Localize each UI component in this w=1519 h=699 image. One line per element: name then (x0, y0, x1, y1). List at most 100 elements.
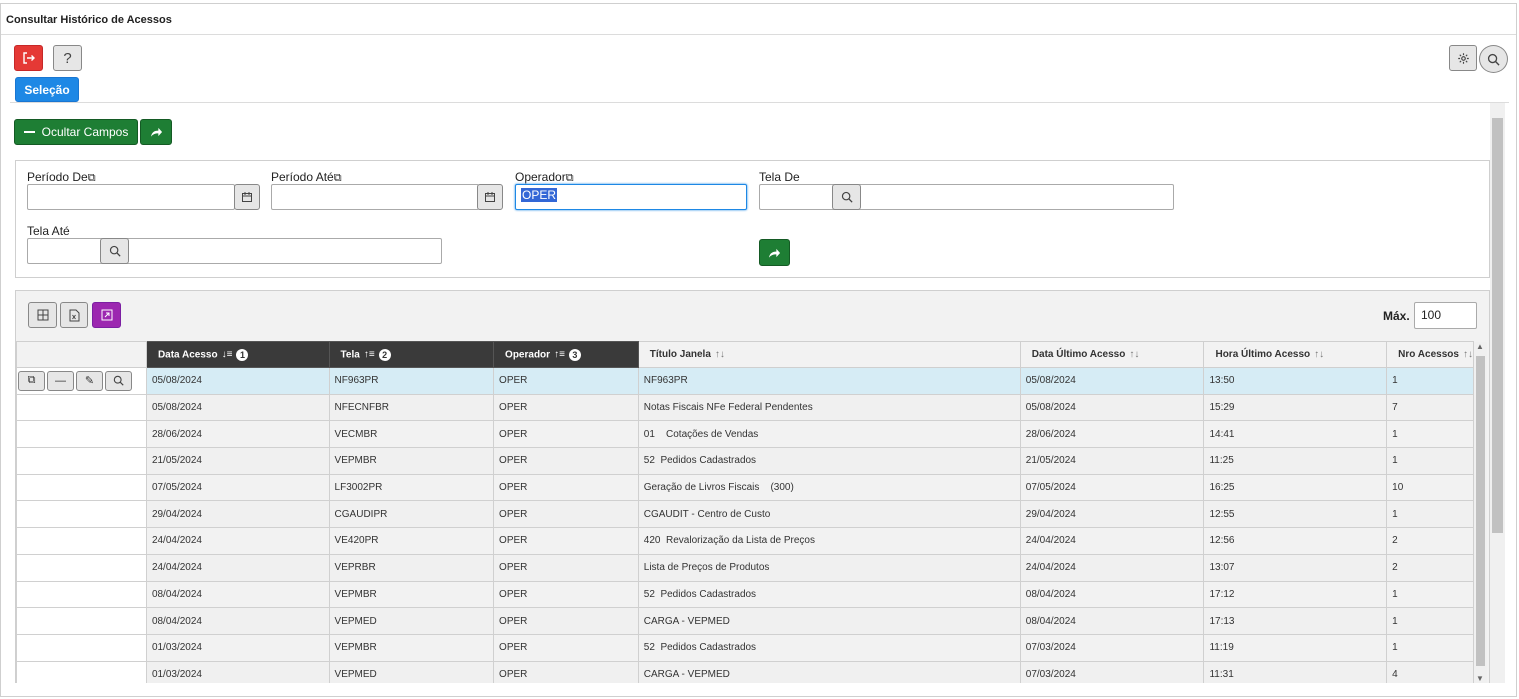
exit-button[interactable] (14, 45, 43, 71)
copy-icon[interactable]: ⧉ (566, 172, 574, 184)
table-row[interactable]: 07/05/2024 LF3002PR OPER Geração de Livros … (16, 473, 1474, 502)
cell-nro-acessos: 1 (1386, 607, 1474, 635)
cell-data-acesso: 05/08/2024 (145, 367, 330, 395)
row-actions-cell (16, 607, 147, 635)
cell-data-ultimo-acesso: 24/04/2024 (1019, 527, 1205, 555)
table-row[interactable]: 29/04/2024 CGAUDIPR OPER CGAUDIT - Centro d… (16, 500, 1474, 529)
tela-ate-input[interactable] (27, 238, 442, 264)
copy-icon[interactable]: ⧉ (88, 172, 96, 184)
copy-row-button[interactable]: ⧉ (18, 370, 45, 391)
cell-nro-acessos: 2 (1386, 553, 1474, 582)
edit-row-button[interactable]: ✎ (76, 370, 103, 391)
cell-operador: OPER (493, 580, 639, 609)
excel-export-button[interactable] (60, 302, 88, 328)
table-scrollbar-thumb[interactable] (1476, 356, 1485, 666)
max-input[interactable]: 100 (1414, 302, 1477, 329)
cell-operador: OPER (493, 393, 639, 422)
scrollbar-thumb[interactable] (1492, 118, 1503, 533)
scroll-up-icon[interactable]: ▲ (1476, 342, 1484, 351)
cell-data-acesso: 01/03/2024 (145, 660, 330, 683)
remove-row-button[interactable]: — (47, 370, 74, 391)
column-header-data-acesso[interactable]: Data Acesso ↓≡ 1 (145, 341, 330, 368)
sort-order-badge: 2 (378, 348, 391, 361)
cell-data-acesso: 24/04/2024 (145, 527, 330, 555)
table-row[interactable]: 01/03/2024 VEPMBR OPER 52 Pedidos Cadastrad… (16, 633, 1474, 662)
cell-data-ultimo-acesso: 05/08/2024 (1019, 393, 1205, 422)
periodo-ate-input[interactable] (271, 184, 479, 210)
cell-hora-ultimo-acesso: 11:31 (1203, 660, 1388, 683)
cell-tela: VEPRBR (328, 553, 495, 582)
search-button[interactable] (1479, 45, 1508, 73)
table-scrollbar[interactable]: ▲ ▼ (1474, 342, 1487, 683)
cell-titulo-janela: CARGA - VEPMED (637, 660, 1021, 683)
tela-de-input[interactable] (759, 184, 1174, 210)
sort-desc-icon: ↓≡ (221, 349, 233, 361)
cell-nro-acessos: 4 (1386, 660, 1474, 683)
column-header-hora-ultimo-acesso[interactable]: Hora Último Acesso ↑↓ (1203, 341, 1388, 368)
cell-data-acesso: 29/04/2024 (145, 500, 330, 529)
periodo-de-calendar-button[interactable] (234, 184, 260, 210)
hide-fields-button[interactable]: Ocultar Campos (14, 119, 138, 145)
grid-layout-button[interactable] (28, 302, 57, 328)
table-row[interactable]: 01/03/2024 VEPMED OPER CARGA - VEPMED 07/03/… (16, 660, 1474, 683)
tela-de-search-button[interactable] (832, 184, 861, 210)
sort-icon: ↑↓ (1314, 349, 1325, 360)
sort-icon: ↑↓ (1129, 349, 1140, 360)
column-header-data-ultimo-acesso[interactable]: Data Último Acesso ↑↓ (1019, 341, 1205, 368)
table-row[interactable]: 28/06/2024 VECMBR OPER 01 Cotações de Venda… (16, 420, 1474, 449)
cell-nro-acessos: 1 (1386, 367, 1474, 395)
cell-operador: OPER (493, 527, 639, 555)
cell-nro-acessos: 1 (1386, 447, 1474, 475)
cell-data-acesso: 07/05/2024 (145, 473, 330, 502)
column-header-tela[interactable]: Tela ↑≡ 2 (328, 341, 495, 368)
table-row[interactable]: 08/04/2024 VEPMED OPER CARGA - VEPMED 08/04/… (16, 607, 1474, 635)
cell-hora-ultimo-acesso: 12:55 (1203, 500, 1388, 529)
table-header: Data Acesso ↓≡ 1 Tela ↑≡ 2 Operador ↑≡ 3 Títul… (16, 341, 1474, 368)
periodo-ate-label: Período Até⧉ (271, 170, 342, 184)
view-row-button[interactable] (105, 370, 132, 391)
periodo-de-input[interactable] (27, 184, 235, 210)
cell-operador: OPER (493, 473, 639, 502)
table-row[interactable]: 24/04/2024 VE420PR OPER 420 Revalorização d… (16, 527, 1474, 555)
table-row[interactable]: ⧉ — ✎ 05/08/2024 NF963PR OPER NF963PR 05/08/202… (16, 367, 1474, 395)
row-actions-cell (16, 660, 147, 683)
cell-tela: VEPMBR (328, 580, 495, 609)
operador-input[interactable]: OPER (515, 184, 747, 210)
apply-filter-button[interactable] (759, 239, 790, 266)
cell-operador: OPER (493, 420, 639, 449)
cell-operador: OPER (493, 500, 639, 529)
sort-order-badge: 3 (568, 348, 581, 361)
table-row[interactable]: 05/08/2024 NFECNFBR OPER Notas Fiscais NFe … (16, 393, 1474, 422)
cell-tela: LF3002PR (328, 473, 495, 502)
excel-icon (69, 309, 79, 321)
copy-icon[interactable]: ⧉ (334, 172, 342, 184)
cell-titulo-janela: 52 Pedidos Cadastrados (637, 447, 1021, 475)
periodo-de-label: Período De⧉ (27, 170, 96, 184)
column-header-operador[interactable]: Operador ↑≡ 3 (493, 341, 639, 368)
settings-button[interactable] (1449, 45, 1477, 71)
cell-hora-ultimo-acesso: 13:07 (1203, 553, 1388, 582)
column-header-titulo-janela[interactable]: Título Janela ↑↓ (637, 341, 1021, 368)
table-row[interactable]: 24/04/2024 VEPRBR OPER Lista de Preços de P… (16, 553, 1474, 582)
cell-nro-acessos: 1 (1386, 420, 1474, 449)
help-button[interactable]: ? (53, 45, 82, 71)
search-icon (1487, 53, 1500, 66)
cell-data-acesso: 05/08/2024 (145, 393, 330, 422)
vertical-scrollbar[interactable] (1490, 103, 1505, 683)
column-header-nro-acessos[interactable]: Nro Acessos ↑↓ (1386, 341, 1474, 368)
cell-tela: VECMBR (328, 420, 495, 449)
periodo-ate-calendar-button[interactable] (477, 184, 503, 210)
selection-tab[interactable]: Seleção (15, 77, 79, 102)
table-row[interactable]: 21/05/2024 VEPMBR OPER 52 Pedidos Cadastrad… (16, 447, 1474, 475)
cell-tela: NFECNFBR (328, 393, 495, 422)
cell-titulo-janela: 420 Revalorização da Lista de Preços (637, 527, 1021, 555)
share-button[interactable] (140, 119, 172, 145)
scroll-down-icon[interactable]: ▼ (1476, 674, 1484, 683)
cell-hora-ultimo-acesso: 17:12 (1203, 580, 1388, 609)
grid-icon (37, 309, 48, 321)
table-row[interactable]: 08/04/2024 VEPMBR OPER 52 Pedidos Cadastrad… (16, 580, 1474, 609)
tela-ate-search-button[interactable] (100, 238, 129, 264)
cell-nro-acessos: 10 (1386, 473, 1474, 502)
expand-icon (101, 309, 112, 321)
expand-button[interactable] (92, 302, 121, 328)
